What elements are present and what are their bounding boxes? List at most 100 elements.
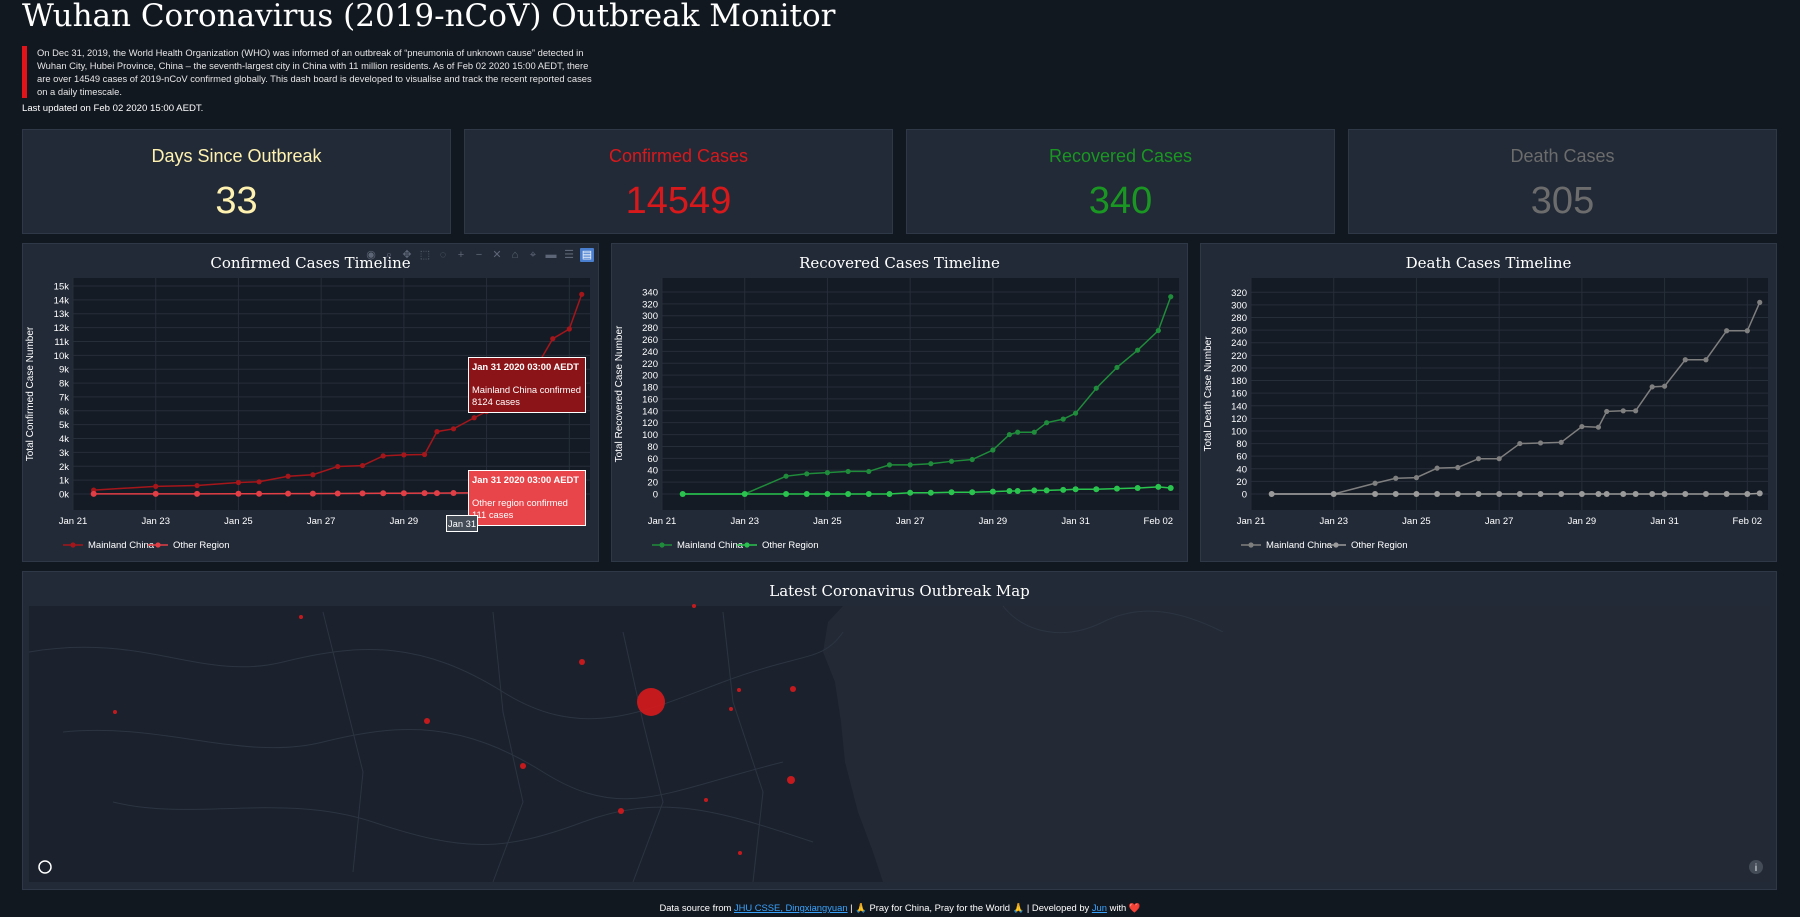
data-point[interactable]	[948, 489, 955, 496]
data-point[interactable]	[1093, 486, 1100, 493]
data-point[interactable]	[1031, 487, 1038, 494]
data-point[interactable]	[1516, 491, 1523, 497]
data-point[interactable]	[1434, 491, 1441, 497]
data-point[interactable]	[783, 491, 790, 497]
data-point[interactable]	[1155, 483, 1162, 490]
case-bubble[interactable]	[729, 707, 733, 711]
data-point[interactable]	[1044, 420, 1050, 426]
data-point[interactable]	[1649, 491, 1656, 497]
data-point[interactable]	[1744, 328, 1750, 334]
case-bubble[interactable]	[579, 659, 585, 665]
data-point[interactable]	[235, 479, 242, 486]
data-point[interactable]	[1434, 465, 1440, 471]
data-point[interactable]	[1330, 491, 1337, 497]
data-point[interactable]	[928, 461, 934, 467]
case-bubble[interactable]	[738, 851, 742, 855]
pan-icon[interactable]: ✥	[400, 248, 414, 262]
data-point[interactable]	[865, 491, 872, 497]
data-point[interactable]	[927, 489, 934, 496]
data-point[interactable]	[401, 452, 407, 458]
reset-axes-icon[interactable]: ⌂	[508, 248, 522, 262]
data-point[interactable]	[1558, 491, 1565, 497]
data-point[interactable]	[1744, 491, 1751, 497]
data-point[interactable]	[1372, 491, 1379, 497]
data-point[interactable]	[1167, 485, 1174, 492]
data-point[interactable]	[741, 491, 748, 497]
data-point[interactable]	[400, 490, 407, 497]
data-point[interactable]	[1014, 488, 1021, 495]
data-point[interactable]	[1155, 327, 1161, 334]
data-point[interactable]	[152, 490, 159, 497]
data-point[interactable]	[1595, 491, 1602, 497]
data-point[interactable]	[1475, 491, 1482, 497]
data-point[interactable]	[1723, 491, 1730, 497]
camera-icon[interactable]: ◉	[364, 248, 378, 262]
data-point[interactable]	[824, 470, 831, 476]
data-point[interactable]	[990, 447, 996, 453]
legend-item[interactable]: Mainland China	[88, 540, 155, 551]
data-point[interactable]	[434, 429, 440, 435]
data-point[interactable]	[1060, 486, 1067, 493]
data-point[interactable]	[285, 490, 292, 497]
legend-item[interactable]: Other Region	[762, 540, 819, 551]
data-point[interactable]	[989, 488, 996, 495]
data-point[interactable]	[845, 468, 851, 475]
data-point[interactable]	[1268, 491, 1275, 497]
legend-item[interactable]: Other Region	[1351, 540, 1408, 551]
data-point[interactable]	[1496, 456, 1502, 462]
data-point[interactable]	[679, 491, 686, 497]
data-point[interactable]	[421, 451, 428, 458]
data-point[interactable]	[1135, 347, 1141, 353]
data-point[interactable]	[1073, 410, 1079, 416]
box-select-icon[interactable]: ⬚	[418, 248, 432, 262]
data-point[interactable]	[256, 479, 262, 485]
data-point[interactable]	[310, 472, 316, 478]
data-point[interactable]	[1168, 294, 1174, 300]
data-point[interactable]	[285, 473, 291, 479]
data-point[interactable]	[421, 490, 428, 497]
author-link[interactable]: Jun	[1092, 902, 1107, 913]
data-point[interactable]	[1724, 328, 1730, 334]
zoom-out-icon[interactable]: −	[472, 248, 486, 262]
data-point[interactable]	[309, 490, 316, 497]
data-point[interactable]	[579, 291, 585, 297]
data-point[interactable]	[1578, 491, 1585, 497]
data-point[interactable]	[1043, 487, 1050, 494]
autoscale-icon[interactable]: ✕	[490, 248, 504, 262]
data-point[interactable]	[1702, 491, 1709, 497]
data-point[interactable]	[1113, 485, 1120, 492]
case-bubble[interactable]	[618, 808, 624, 814]
data-point[interactable]	[380, 490, 387, 497]
data-point[interactable]	[948, 458, 955, 464]
case-bubble[interactable]	[737, 688, 741, 692]
data-point[interactable]	[886, 491, 893, 497]
data-point[interactable]	[194, 482, 200, 489]
data-point[interactable]	[235, 490, 242, 497]
data-point[interactable]	[824, 491, 831, 497]
spike-lines-icon[interactable]: ⌖	[526, 248, 540, 262]
legend-item[interactable]: Mainland China	[1266, 540, 1333, 551]
case-bubble[interactable]	[704, 798, 708, 802]
data-point[interactable]	[1604, 408, 1610, 415]
data-point[interactable]	[1006, 431, 1013, 438]
data-point[interactable]	[845, 491, 852, 497]
data-point[interactable]	[1455, 464, 1461, 471]
data-point[interactable]	[1517, 440, 1523, 447]
data-point[interactable]	[1661, 491, 1668, 497]
data-source-link[interactable]: JHU CSSE, Dingxiangyuan	[734, 902, 848, 913]
data-point[interactable]	[969, 489, 976, 496]
data-point[interactable]	[1060, 416, 1066, 422]
data-point[interactable]	[1393, 475, 1399, 481]
data-point[interactable]	[804, 471, 810, 477]
case-bubble[interactable]	[424, 718, 430, 724]
data-point[interactable]	[1496, 491, 1503, 497]
data-point[interactable]	[153, 483, 159, 489]
zoom-in-icon[interactable]: +	[454, 248, 468, 262]
data-point[interactable]	[1093, 385, 1099, 391]
data-point[interactable]	[907, 489, 914, 496]
data-point[interactable]	[1134, 485, 1141, 492]
data-point[interactable]	[1633, 408, 1639, 414]
data-point[interactable]	[566, 326, 572, 332]
zoom-icon[interactable]: ⌕	[382, 248, 396, 262]
death-chart[interactable]: Jan 21 Jan 23 Jan 25 Jan 27 Jan 29 Jan 31 Feb …	[1201, 244, 1776, 561]
